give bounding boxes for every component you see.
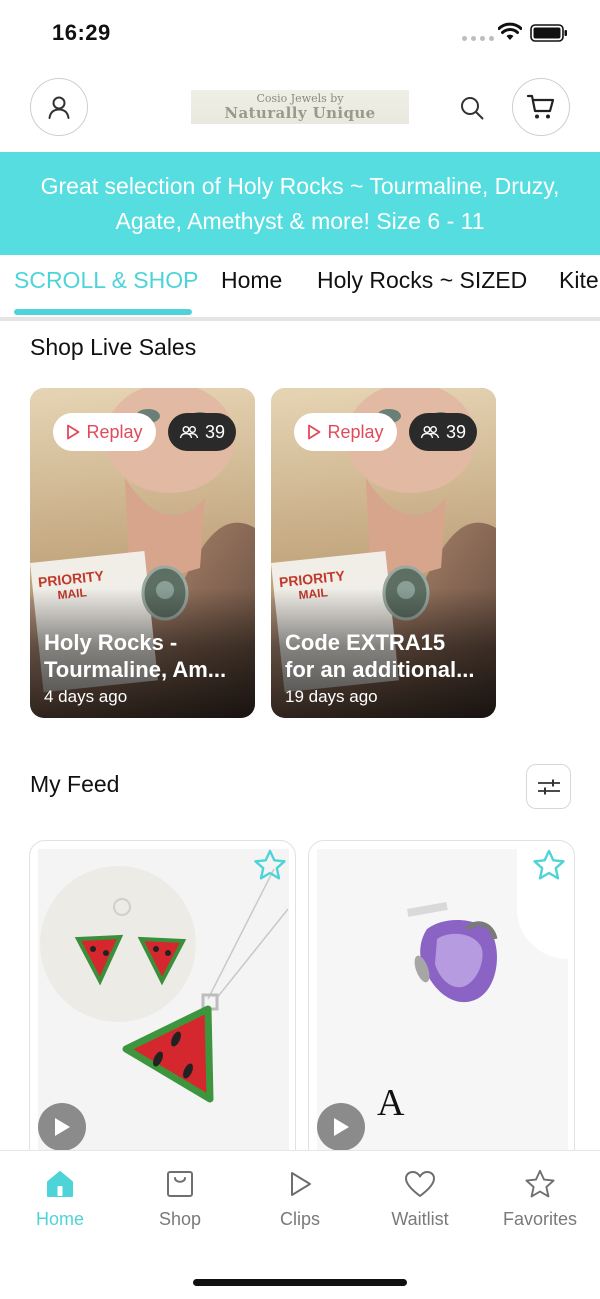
play-icon bbox=[291, 1172, 311, 1196]
live-sale-time: 19 days ago bbox=[285, 687, 378, 706]
app-header: Cosio Jewels by Naturally Unique bbox=[0, 76, 600, 140]
live-sale-title-line1: Code EXTRA15 bbox=[285, 630, 446, 655]
play-icon bbox=[55, 1118, 70, 1136]
account-button[interactable] bbox=[30, 78, 88, 136]
replay-label: Replay bbox=[327, 421, 384, 442]
sliders-icon bbox=[537, 779, 560, 794]
promo-banner[interactable]: Great selection of Holy Rocks ~ Tourmali… bbox=[0, 152, 600, 255]
favorite-star-button[interactable] bbox=[532, 849, 566, 886]
heart-icon bbox=[405, 1171, 435, 1197]
tab-scroll-and-shop[interactable]: SCROLL & SHOP bbox=[14, 267, 198, 294]
live-sale-time: 4 days ago bbox=[44, 687, 128, 706]
feed-product-card[interactable] bbox=[29, 840, 296, 1170]
status-bar: 16:29 bbox=[0, 0, 600, 66]
play-outline-icon bbox=[308, 424, 321, 440]
active-tab-indicator bbox=[14, 309, 192, 315]
category-tabs: SCROLL & SHOP Home Holy Rocks ~ SIZED Ki… bbox=[0, 255, 600, 321]
status-time: 16:29 bbox=[52, 20, 111, 45]
nav-shop-label: Shop bbox=[158, 1209, 202, 1229]
live-sales-title: Shop Live Sales bbox=[30, 334, 197, 360]
feed-product-card[interactable]: A bbox=[308, 840, 575, 1170]
replay-badge: Replay bbox=[294, 413, 397, 451]
nav-favorites-label: Favorites bbox=[502, 1209, 578, 1229]
star-icon bbox=[525, 1169, 555, 1198]
store-logo[interactable]: Cosio Jewels by Naturally Unique bbox=[191, 90, 409, 124]
live-sale-card[interactable]: PRIORITY MAIL Replay 39 Holy Rocks - Tou… bbox=[30, 388, 255, 718]
nav-home-label: Home bbox=[35, 1209, 84, 1229]
live-sale-title: Code EXTRA15 for an additional... bbox=[285, 629, 485, 683]
battery-icon bbox=[530, 24, 567, 42]
viewers-icon bbox=[179, 426, 199, 439]
star-icon bbox=[254, 849, 286, 880]
cart-button[interactable] bbox=[512, 78, 570, 136]
logo-line2: Naturally Unique bbox=[224, 104, 376, 122]
wifi-icon bbox=[498, 22, 522, 40]
search-button[interactable] bbox=[456, 92, 488, 124]
person-icon bbox=[48, 96, 70, 119]
nav-home[interactable]: Home bbox=[0, 1169, 120, 1230]
favorite-star-button[interactable] bbox=[253, 849, 287, 886]
my-feed-title: My Feed bbox=[30, 771, 120, 797]
shopping-bag-icon bbox=[167, 1171, 193, 1197]
live-sale-title: Holy Rocks - Tourmaline, Am... bbox=[44, 629, 244, 683]
nav-clips[interactable]: Clips bbox=[240, 1169, 360, 1230]
cart-icon bbox=[526, 94, 555, 119]
nav-shop[interactable]: Shop bbox=[120, 1169, 240, 1230]
banner-text: Great selection of Holy Rocks ~ Tourmali… bbox=[40, 172, 560, 234]
play-outline-icon bbox=[67, 424, 80, 440]
viewer-count: 39 bbox=[445, 421, 467, 442]
tab-kite[interactable]: Kite bbox=[559, 267, 599, 294]
play-icon bbox=[334, 1118, 349, 1136]
nav-clips-label: Clips bbox=[279, 1209, 320, 1229]
live-sale-card[interactable]: PRIORITY MAIL Replay 39 Code EXTRA15 for… bbox=[271, 388, 496, 718]
tab-home[interactable]: Home bbox=[221, 267, 282, 294]
live-sale-title-line2: Tourmaline, Am... bbox=[44, 657, 227, 682]
live-sale-title-line2: for an additional... bbox=[285, 657, 475, 682]
viewer-count-badge: 39 bbox=[409, 413, 477, 451]
replay-label: Replay bbox=[86, 421, 143, 442]
nav-favorites[interactable]: Favorites bbox=[480, 1169, 600, 1230]
nav-waitlist[interactable]: Waitlist bbox=[360, 1169, 480, 1230]
bottom-navigation: Home Shop Clips Waitlist Favorites bbox=[0, 1150, 600, 1299]
viewer-count-badge: 39 bbox=[168, 413, 236, 451]
viewer-count: 39 bbox=[204, 421, 226, 442]
svg-text:A: A bbox=[377, 1082, 405, 1124]
viewers-icon bbox=[420, 426, 440, 439]
tab-holy-rocks-sized[interactable]: Holy Rocks ~ SIZED bbox=[317, 267, 527, 294]
filter-button[interactable] bbox=[526, 764, 571, 809]
replay-badge: Replay bbox=[53, 413, 156, 451]
live-sale-title-line1: Holy Rocks - bbox=[44, 630, 178, 655]
home-icon bbox=[47, 1171, 73, 1197]
signal-icon bbox=[462, 36, 494, 41]
video-play-button[interactable] bbox=[317, 1103, 365, 1151]
video-play-button[interactable] bbox=[38, 1103, 86, 1151]
search-icon bbox=[461, 97, 484, 120]
home-indicator bbox=[193, 1279, 407, 1286]
star-icon bbox=[533, 849, 565, 880]
nav-waitlist-label: Waitlist bbox=[391, 1209, 449, 1229]
